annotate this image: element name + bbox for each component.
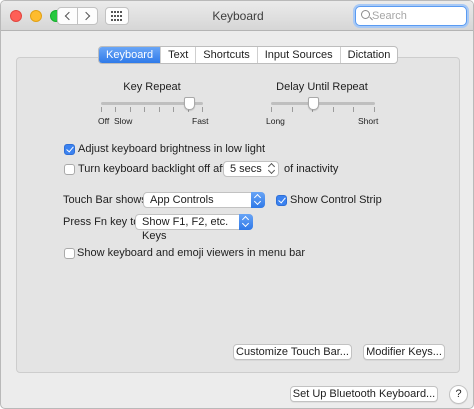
title-bar: Keyboard	[1, 1, 473, 31]
key-repeat-slow-label: Slow	[114, 116, 133, 126]
touch-bar-shows-select[interactable]: App Controls	[143, 192, 265, 208]
slider-tick	[374, 107, 375, 112]
delay-until-repeat-slider-thumb[interactable]	[308, 97, 319, 110]
slider-tick	[202, 107, 203, 112]
search-input[interactable]	[372, 8, 462, 23]
stepper-arrows-icon	[251, 192, 265, 208]
tab-keyboard[interactable]: Keyboard	[99, 47, 162, 63]
show-all-button[interactable]	[105, 7, 129, 25]
search-icon	[361, 10, 370, 19]
slider-tick	[333, 107, 334, 112]
grid-icon	[111, 11, 123, 21]
tab-shortcuts[interactable]: Shortcuts	[196, 47, 258, 63]
inactivity-label: of inactivity	[284, 163, 339, 175]
window-title: Keyboard	[212, 9, 264, 23]
slider-tick	[115, 107, 116, 112]
slider-tick	[130, 107, 131, 112]
tab-input-sources[interactable]: Input Sources	[258, 47, 341, 63]
fn-key-select[interactable]: Show F1, F2, etc. Keys	[135, 214, 253, 242]
delay-long-label: Long	[266, 116, 285, 126]
backlight-timeout-select[interactable]: 5 secs	[223, 161, 279, 177]
delay-until-repeat-track[interactable]	[271, 102, 375, 105]
emoji-viewer-label: Show keyboard and emoji viewers in menu …	[77, 247, 306, 259]
adjust-brightness-label: Adjust keyboard brightness in low light	[78, 143, 266, 155]
key-repeat-off-label: Off	[98, 116, 110, 126]
close-button[interactable]	[10, 10, 22, 22]
minimize-button[interactable]	[30, 10, 42, 22]
tab-text[interactable]: Text	[161, 47, 197, 63]
delay-until-repeat-title: Delay Until Repeat	[276, 81, 368, 93]
slider-tick	[292, 107, 293, 112]
stepper-arrows-icon	[265, 161, 279, 177]
show-control-strip-label: Show Control Strip	[290, 194, 382, 206]
tab-dictation[interactable]: Dictation	[341, 47, 398, 63]
delay-short-label: Short	[358, 116, 379, 126]
show-control-strip-checkbox[interactable]	[276, 195, 287, 206]
key-repeat-slider-thumb[interactable]	[184, 97, 195, 110]
help-button[interactable]: ?	[449, 385, 468, 404]
bluetooth-keyboard-button[interactable]: Set Up Bluetooth Keyboard...	[290, 386, 438, 402]
search-field[interactable]	[355, 6, 467, 26]
modifier-keys-button[interactable]: Modifier Keys...	[363, 344, 445, 360]
slider-tick	[353, 107, 354, 112]
key-repeat-title: Key Repeat	[123, 81, 181, 93]
fn-key-label: Press Fn key to	[63, 216, 140, 228]
slider-tick	[144, 107, 145, 112]
slider-tick	[159, 107, 160, 112]
chevron-left-icon	[64, 11, 74, 21]
backlight-off-label: Turn keyboard backlight off after	[78, 163, 236, 175]
adjust-brightness-checkbox[interactable]	[64, 144, 75, 155]
key-repeat-fast-label: Fast	[192, 116, 209, 126]
tab-bar: Keyboard Text Shortcuts Input Sources Di…	[98, 46, 399, 64]
delay-until-repeat-ticks	[271, 107, 375, 112]
forward-button[interactable]	[77, 7, 98, 25]
slider-tick	[271, 107, 272, 112]
backlight-timeout-value: 5 secs	[230, 163, 262, 175]
customize-touch-bar-button[interactable]: Customize Touch Bar...	[233, 344, 352, 360]
stepper-arrows-icon	[239, 214, 253, 230]
touch-bar-shows-value: App Controls	[150, 194, 214, 206]
touch-bar-shows-label: Touch Bar shows	[63, 194, 147, 206]
backlight-off-checkbox[interactable]	[64, 164, 75, 175]
slider-tick	[101, 107, 102, 112]
back-button[interactable]	[57, 7, 78, 25]
chevron-right-icon	[81, 11, 91, 21]
slider-tick	[173, 107, 174, 112]
keyboard-preferences-window: Keyboard Keyboard Text Shortcuts Input S…	[0, 0, 474, 409]
emoji-viewer-checkbox[interactable]	[64, 248, 75, 259]
